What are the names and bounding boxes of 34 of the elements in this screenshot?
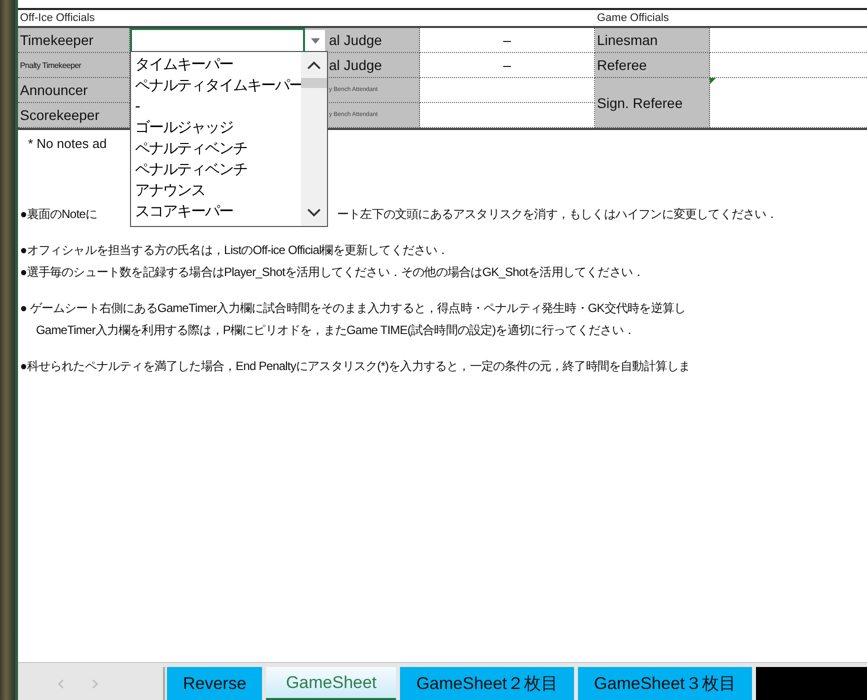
table-cell: Pnalty Timekeeper	[18, 53, 130, 78]
scroll-left-icon[interactable]	[58, 678, 64, 688]
instruction-text: ● ゲームシート右側にあるGameTimer入力欄に試合時間をそのまま入力すると，得点時・ペナルティ発生時・GK交代時を逆算し	[20, 300, 686, 317]
sheet-tab[interactable]: GameSheet２枚目	[400, 667, 574, 700]
scrollbar[interactable]	[301, 52, 327, 226]
scroll-right-icon[interactable]	[92, 678, 98, 688]
dropdown-option[interactable]: -	[135, 96, 297, 117]
table-cell: Linesman	[595, 28, 710, 53]
dropdown-option[interactable]: ゴールジャッジ	[135, 117, 297, 138]
instruction-text: ●選手毎のシュート数を記録する場合はPlayer_Shotを活用してください．その他の場合はGK_Shotを活用してください．	[20, 264, 644, 281]
instruction-text: ート左下の文頭にあるアスタリスクを消す，もしくはハイフンに変更してください．	[337, 206, 778, 223]
scroll-up-icon[interactable]	[307, 60, 321, 70]
instruction-text: GameTimer入力欄を利用する際は，P欄にピリオドを，またGame TIME(試合時間の設定)を適切に行ってください．	[36, 322, 635, 339]
scrollbar-thumb[interactable]	[301, 78, 327, 88]
instruction-text: ●裏面のNoteに	[20, 206, 97, 223]
table-cell: Referee	[595, 53, 710, 78]
table-cell: Sign. Referee	[595, 78, 710, 128]
sheet-tab[interactable]: Reverse	[167, 667, 262, 700]
instruction-text: ●科せられたペナルティを満了した場合，End Penaltyにアスタリスク(*)を入力すると，一定の条件の元，終了時間を自動計算しま	[20, 358, 690, 375]
scroll-down-icon[interactable]	[307, 208, 321, 218]
table-cell: Announcer	[18, 78, 130, 103]
comment-marker-icon	[710, 78, 716, 84]
table-cell: Scorekeeper	[18, 103, 130, 128]
dropdown-option[interactable]: スコアキーパー	[135, 201, 297, 222]
sheet-tab[interactable]: GameSheet	[266, 667, 396, 700]
dropdown-option[interactable]: タイムキーパー	[135, 54, 297, 75]
dropdown-option[interactable]: ペナルティベンチ	[135, 138, 297, 159]
sheet-tab[interactable]: GameSheet３枚目	[578, 667, 752, 700]
dropdown-option[interactable]: アナウンス	[135, 180, 297, 201]
instruction-text: ●オフィシャルを担当する方の氏名は，ListのOff-ice Official欄を更新してください．	[20, 242, 449, 259]
dropdown-option[interactable]: ペナルティベンチ	[135, 159, 297, 180]
table-cell: Timekeeper	[18, 28, 130, 53]
note-text: * No notes ad	[28, 136, 107, 151]
sheet-tab[interactable]	[756, 667, 867, 700]
